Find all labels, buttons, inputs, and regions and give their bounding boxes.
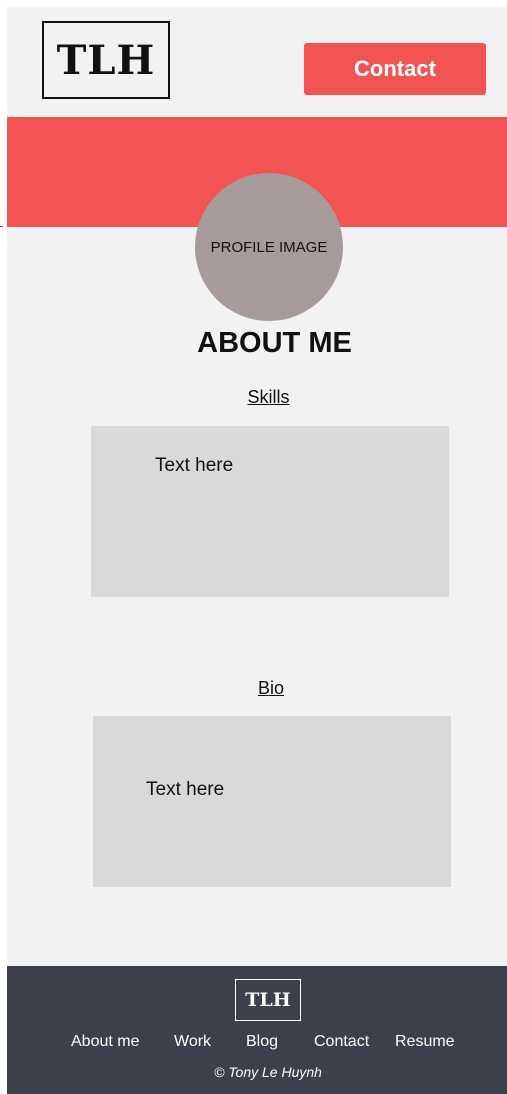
- contact-button[interactable]: Contact: [304, 43, 486, 95]
- site-logo[interactable]: TLH: [42, 21, 170, 99]
- copyright-text: © Tony Le Huynh: [214, 1064, 322, 1080]
- page-frame: TLH Contact PROFILE IMAGE ABOUT ME Skill…: [7, 7, 507, 1094]
- footer-link-about-me[interactable]: About me: [71, 1033, 139, 1051]
- footer-link-contact[interactable]: Contact: [314, 1033, 369, 1051]
- bio-text: Text here: [146, 779, 225, 800]
- profile-image: PROFILE IMAGE: [195, 173, 343, 321]
- bio-box: Text here: [93, 716, 451, 887]
- site-header: TLH Contact: [7, 7, 507, 117]
- bio-heading: Bio: [257, 678, 284, 698]
- page-title: ABOUT ME: [197, 327, 352, 359]
- footer-link-work[interactable]: Work: [174, 1033, 211, 1051]
- profile-image-label: PROFILE IMAGE: [210, 238, 328, 256]
- site-footer: TLH About me Work Blog Contact Resume © …: [7, 966, 507, 1094]
- skills-text: Text here: [155, 455, 234, 476]
- footer-link-blog[interactable]: Blog: [246, 1033, 278, 1051]
- footer-nav: About me Work Blog Contact Resume: [7, 1033, 507, 1055]
- skills-heading: Skills: [247, 387, 290, 407]
- footer-logo[interactable]: TLH: [235, 979, 301, 1021]
- skills-box: Text here: [91, 426, 449, 597]
- footer-link-resume[interactable]: Resume: [395, 1033, 455, 1051]
- divider-line: [0, 226, 3, 227]
